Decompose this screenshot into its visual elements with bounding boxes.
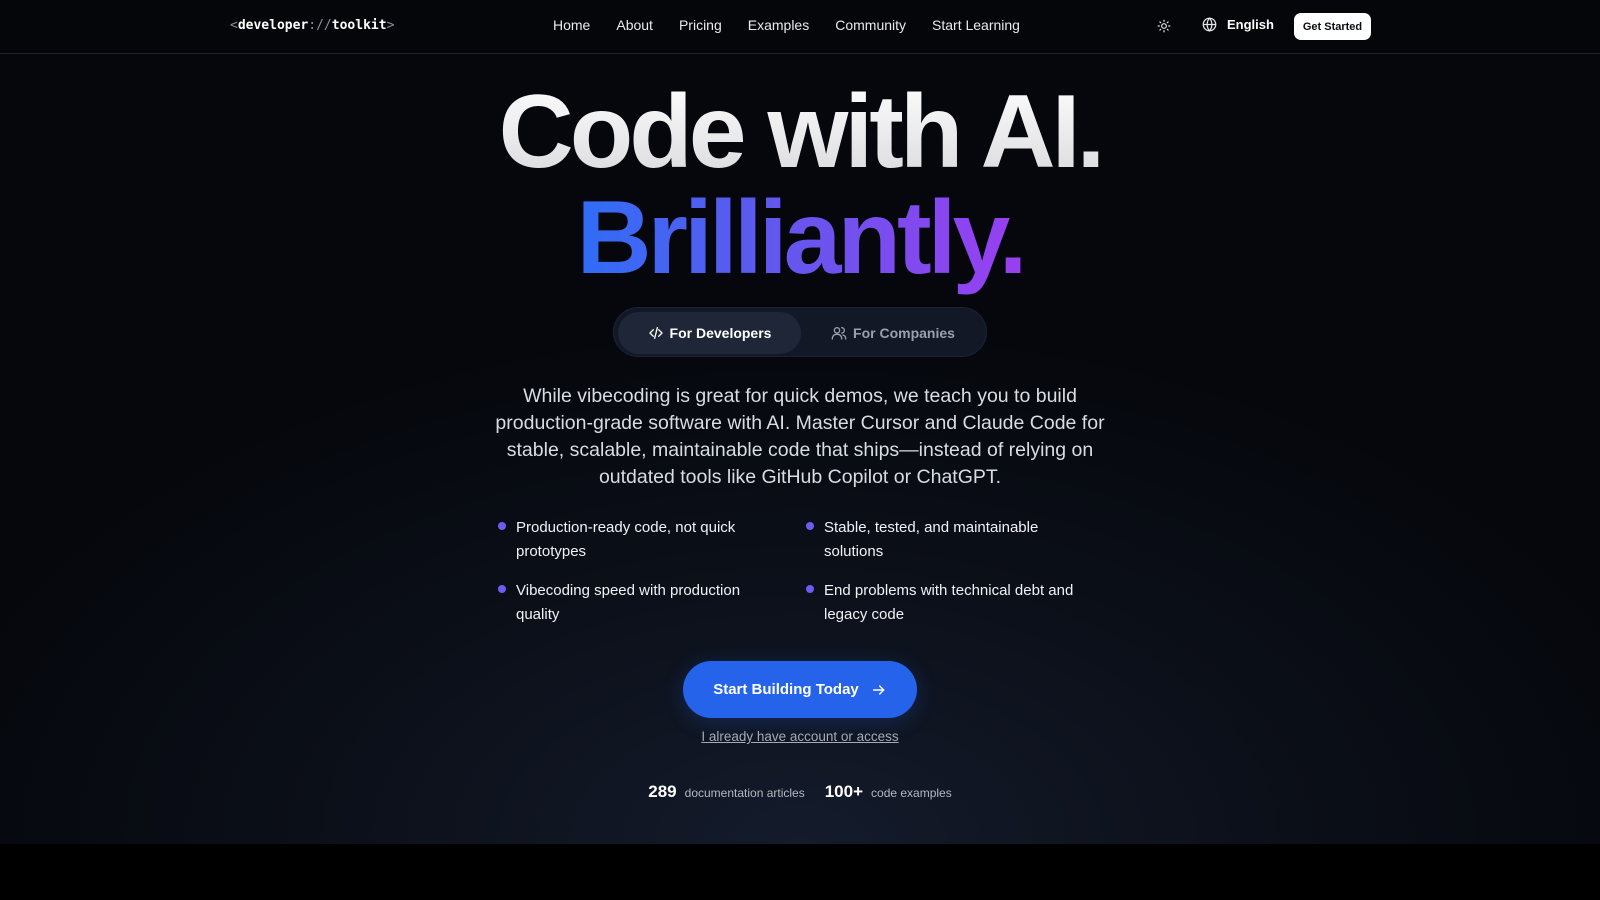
logo-open-bracket: < (230, 18, 238, 33)
logo-separator: :// (308, 18, 332, 33)
bullet-dot-icon (498, 585, 506, 593)
hero-description: While vibecoding is great for quick demo… (495, 385, 1105, 488)
tab-for-developers-label: For Developers (669, 325, 772, 341)
sun-icon (1157, 19, 1171, 33)
hero-title-line1: Code with AI. (0, 72, 1600, 192)
nav-start-learning[interactable]: Start Learning (932, 17, 1020, 33)
stats-row: 289 documentation articles 100+ code exa… (0, 782, 1600, 802)
audience-toggle: For Developers For Companies (613, 307, 987, 357)
bullet-dot-icon (806, 585, 814, 593)
feature-item: Vibecoding speed with production quality (498, 579, 806, 626)
get-started-button[interactable]: Get Started (1294, 13, 1371, 40)
nav-community[interactable]: Community (835, 17, 906, 33)
globe-icon (1202, 17, 1217, 32)
feature-item: Stable, tested, and maintainable solutio… (806, 516, 1114, 563)
start-building-button[interactable]: Start Building Today (683, 661, 917, 718)
code-icon (648, 327, 663, 339)
hero-title-line2: Brilliantly. (0, 178, 1600, 298)
feature-text: Stable, tested, and maintainable solutio… (824, 519, 1039, 560)
logo-part-toolkit: toolkit (331, 18, 387, 33)
nav-examples[interactable]: Examples (748, 17, 809, 33)
stat-examples-value: 100+ (824, 782, 864, 801)
theme-toggle-button[interactable] (1155, 17, 1173, 35)
stat-examples-label: code examples (871, 786, 952, 800)
feature-text: Production-ready code, not quick prototy… (516, 519, 736, 560)
stat-articles: 289 documentation articles (648, 782, 804, 802)
bullet-dot-icon (806, 522, 814, 530)
feature-item: End problems with technical debt and leg… (806, 579, 1114, 626)
nav-about[interactable]: About (616, 17, 653, 33)
nav-pricing[interactable]: Pricing (679, 17, 722, 33)
feature-text: End problems with technical debt and leg… (824, 582, 1074, 623)
feature-text: Vibecoding speed with production quality (516, 582, 741, 623)
hero-title-line1-text: Code with AI. (498, 74, 1106, 190)
main-nav: Home About Pricing Examples Community St… (553, 17, 1020, 33)
arrow-right-icon (872, 684, 885, 695)
stat-articles-label: documentation articles (684, 786, 805, 800)
tab-for-companies[interactable]: For Companies (804, 312, 982, 354)
tab-for-companies-label: For Companies (853, 325, 955, 341)
hero-title-line2-text: Brilliantly. (576, 180, 1027, 296)
top-navbar: <developer://toolkit> Home About Pricing… (0, 0, 1600, 54)
users-icon (831, 327, 847, 340)
nav-home[interactable]: Home (553, 17, 590, 33)
existing-account-link[interactable]: I already have account or access (701, 729, 898, 744)
language-selector[interactable]: English (1202, 17, 1274, 32)
tab-for-developers[interactable]: For Developers (618, 312, 801, 354)
bottom-strip (0, 844, 1600, 900)
existing-account-row: I already have account or access (0, 729, 1600, 744)
feature-list: Production-ready code, not quick prototy… (498, 516, 1118, 626)
logo-part-developer: developer (237, 18, 309, 33)
bullet-dot-icon (498, 522, 506, 530)
stat-examples: 100+ code examples (825, 782, 952, 802)
feature-item: Production-ready code, not quick prototy… (498, 516, 806, 563)
language-label: English (1227, 17, 1274, 32)
site-logo[interactable]: <developer://toolkit> (230, 18, 394, 33)
logo-close-bracket: > (386, 18, 395, 33)
start-building-label: Start Building Today (713, 681, 859, 698)
stat-articles-value: 289 (648, 782, 677, 801)
